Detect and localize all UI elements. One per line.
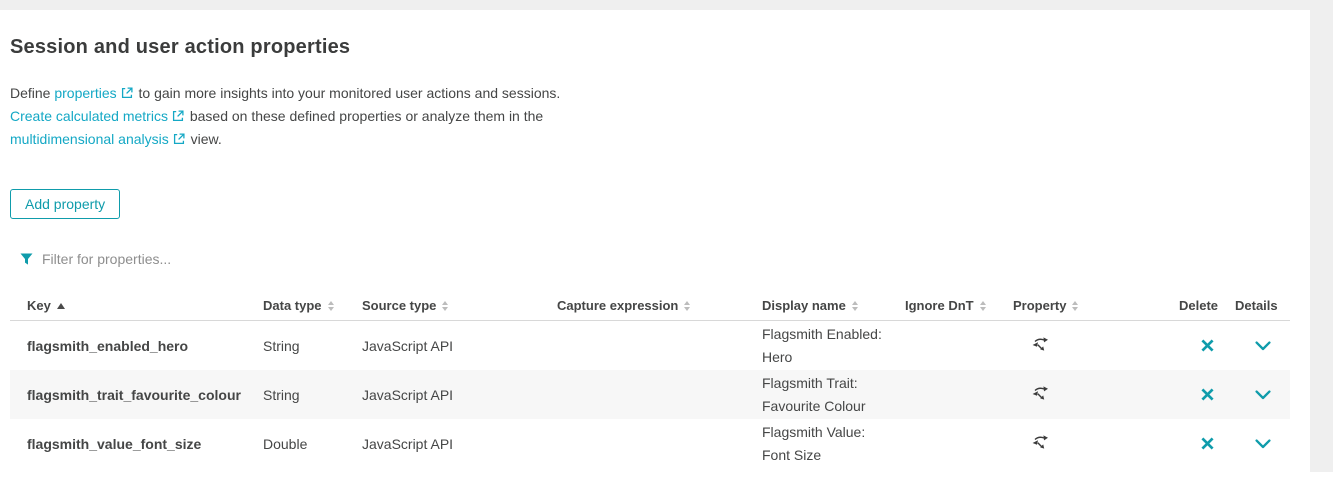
properties-link[interactable]: properties — [54, 85, 116, 101]
filter-properties-input[interactable] — [42, 251, 362, 267]
description-line-2: Create calculated metrics based on these… — [10, 105, 1310, 128]
property-display-name: Flagsmith Enabled: Hero — [762, 323, 905, 369]
property-source-type: JavaScript API — [362, 387, 557, 403]
property-display-name: Flagsmith Value: Font Size — [762, 421, 905, 467]
property-source-type: JavaScript API — [362, 436, 557, 452]
delete-cell — [1179, 334, 1235, 357]
delete-cell — [1179, 383, 1235, 406]
description-line-3: multidimensional analysis view. — [10, 128, 1310, 151]
column-header-delete: Delete — [1179, 298, 1235, 313]
user-action-icon — [1013, 433, 1179, 454]
description-text: Define — [10, 85, 54, 101]
display-name-line: Flagsmith Trait: — [762, 372, 905, 395]
column-header-label: Display name — [762, 298, 846, 313]
description-text: to gain more insights into your monitore… — [135, 85, 561, 101]
sort-ascending-icon — [57, 303, 65, 309]
column-header-details: Details — [1235, 298, 1290, 313]
page-top-gutter — [0, 0, 1333, 10]
sort-icon — [1072, 301, 1078, 311]
filter-bar — [20, 248, 1310, 270]
description: Define properties to gain more insights … — [10, 82, 1310, 151]
user-action-icon — [1013, 335, 1179, 356]
column-header-property[interactable]: Property — [1013, 298, 1179, 313]
sort-icon — [980, 301, 986, 311]
column-header-source-type[interactable]: Source type — [362, 298, 557, 313]
column-header-ignore-dnt[interactable]: Ignore DnT — [905, 298, 1013, 313]
column-header-capture-expression[interactable]: Capture expression — [557, 298, 762, 313]
chevron-down-icon[interactable] — [1251, 435, 1275, 453]
close-x-icon[interactable] — [1196, 432, 1219, 455]
column-header-label: Property — [1013, 298, 1066, 313]
table-header-row: Key Data type Source type Capture expres… — [10, 291, 1290, 321]
description-text: based on these defined properties or ana… — [186, 108, 543, 124]
page-right-gutter — [1310, 10, 1333, 472]
display-name-line: Hero — [762, 346, 905, 369]
sort-icon — [442, 301, 448, 311]
external-link-icon — [173, 129, 185, 151]
property-data-type: Double — [263, 436, 362, 452]
property-key: flagsmith_enabled_hero — [10, 338, 263, 354]
close-x-icon[interactable] — [1196, 383, 1219, 406]
add-property-button[interactable]: Add property — [10, 189, 120, 219]
property-data-type: String — [263, 338, 362, 354]
create-calculated-metrics-link[interactable]: Create calculated metrics — [10, 108, 168, 124]
column-header-label: Delete — [1179, 298, 1218, 313]
table-row: flagsmith_trait_favourite_colour String … — [10, 370, 1290, 419]
external-link-icon — [172, 106, 184, 128]
column-header-label: Capture expression — [557, 298, 678, 313]
description-line-1: Define properties to gain more insights … — [10, 82, 1310, 105]
details-cell — [1235, 337, 1290, 355]
chevron-down-icon[interactable] — [1251, 386, 1275, 404]
details-cell — [1235, 386, 1290, 404]
external-link-icon — [121, 83, 133, 105]
display-name-line: Flagsmith Enabled: — [762, 323, 905, 346]
sort-icon — [684, 301, 690, 311]
column-header-label: Key — [27, 298, 51, 313]
page-title: Session and user action properties — [10, 35, 1310, 59]
user-action-icon — [1013, 384, 1179, 405]
sort-icon — [328, 301, 334, 311]
property-display-name: Flagsmith Trait: Favourite Colour — [762, 372, 905, 418]
column-header-label: Data type — [263, 298, 322, 313]
table-row: flagsmith_enabled_hero String JavaScript… — [10, 321, 1290, 370]
column-header-label: Source type — [362, 298, 436, 313]
display-name-line: Favourite Colour — [762, 395, 905, 418]
properties-table: Key Data type Source type Capture expres… — [10, 291, 1290, 468]
property-key: flagsmith_trait_favourite_colour — [10, 387, 263, 403]
multidimensional-analysis-link[interactable]: multidimensional analysis — [10, 131, 169, 147]
display-name-line: Font Size — [762, 444, 905, 467]
column-header-key[interactable]: Key — [10, 298, 263, 313]
column-header-display-name[interactable]: Display name — [762, 298, 905, 313]
display-name-line: Flagsmith Value: — [762, 421, 905, 444]
close-x-icon[interactable] — [1196, 334, 1219, 357]
settings-panel: Session and user action properties Defin… — [0, 10, 1310, 493]
property-data-type: String — [263, 387, 362, 403]
property-key: flagsmith_value_font_size — [10, 436, 263, 452]
table-body: flagsmith_enabled_hero String JavaScript… — [10, 321, 1290, 468]
sort-icon — [852, 301, 858, 311]
chevron-down-icon[interactable] — [1251, 337, 1275, 355]
filter-funnel-icon — [20, 253, 33, 266]
property-source-type: JavaScript API — [362, 338, 557, 354]
delete-cell — [1179, 432, 1235, 455]
column-header-label: Ignore DnT — [905, 298, 974, 313]
description-text: view. — [187, 131, 222, 147]
column-header-data-type[interactable]: Data type — [263, 298, 362, 313]
column-header-label: Details — [1235, 298, 1278, 313]
table-row: flagsmith_value_font_size Double JavaScr… — [10, 419, 1290, 468]
details-cell — [1235, 435, 1290, 453]
